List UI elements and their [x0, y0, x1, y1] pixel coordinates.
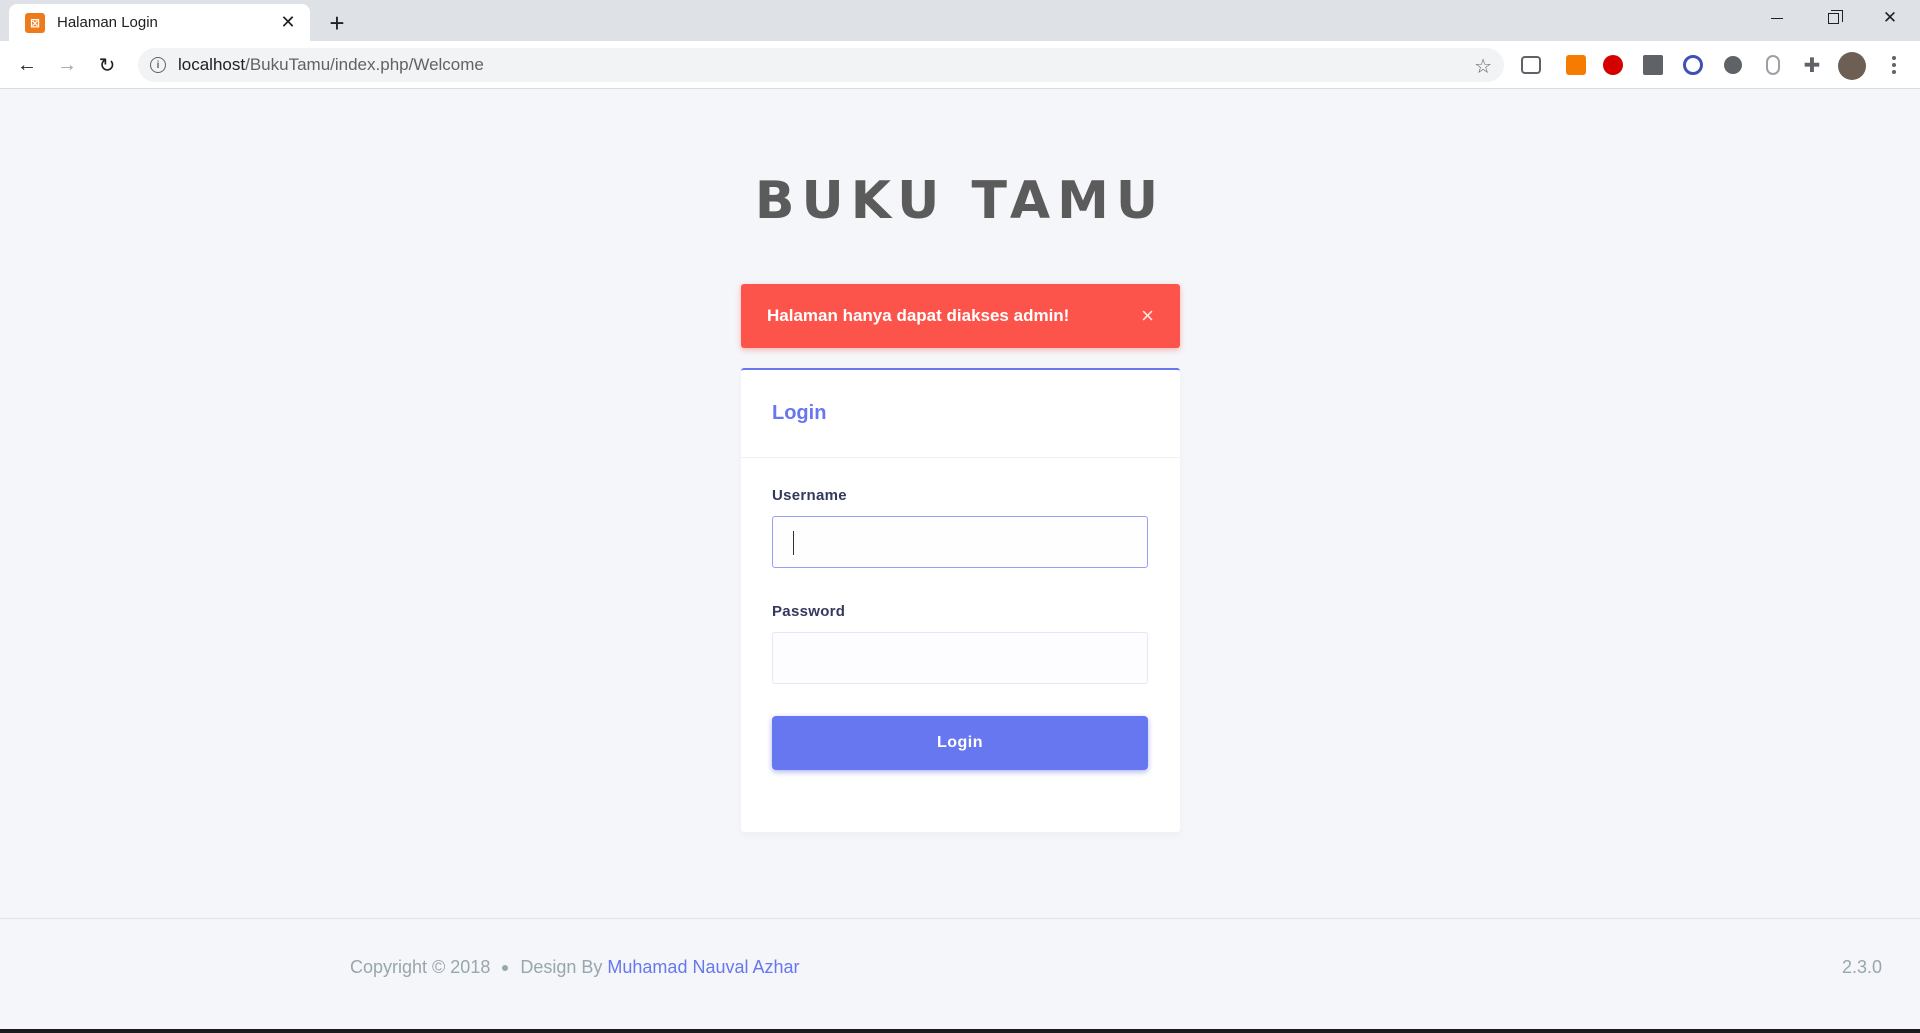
footer: Copyright © 2018 Design By Muhamad Nauval…	[0, 918, 1920, 1029]
password-label: Password	[772, 603, 846, 620]
page-content: BUKU TAMU Halaman hanya dapat diakses ad…	[0, 89, 1920, 1029]
login-card: Login Username Password Login	[741, 368, 1180, 832]
window-restore-button[interactable]	[1805, 0, 1861, 36]
error-alert: Halaman hanya dapat diakses admin! ×	[741, 284, 1180, 348]
back-arrow-icon[interactable]: ←	[11, 49, 43, 81]
reload-icon[interactable]: ↻	[91, 49, 123, 81]
window-minimize-button[interactable]	[1749, 0, 1805, 36]
url-text[interactable]: localhost/BukuTamu/index.php/Welcome	[178, 55, 484, 75]
extension-circle-icon[interactable]	[1721, 53, 1745, 77]
login-form: Username Password Login	[741, 458, 1180, 770]
browser-menu-icon[interactable]	[1882, 53, 1906, 77]
tab-close-icon[interactable]: ✕	[276, 11, 300, 35]
footer-credits: Copyright © 2018 Design By Muhamad Nauval…	[350, 957, 800, 978]
password-input[interactable]	[772, 632, 1148, 684]
tab-title: Halaman Login	[57, 14, 158, 31]
card-title: Login	[772, 402, 827, 424]
extension-off-icon[interactable]	[1564, 53, 1588, 77]
extension-facebook-icon[interactable]	[1641, 53, 1665, 77]
new-tab-button[interactable]: +	[322, 8, 352, 38]
xampp-favicon-icon: ⊠	[25, 12, 45, 33]
taskbar-edge	[0, 1029, 1920, 1033]
version-text: 2.3.0	[1841, 957, 1882, 977]
browser-toolbar: ← → ↻ i localhost/BukuTamu/index.php/Wel…	[0, 41, 1920, 89]
username-label: Username	[772, 487, 847, 504]
extensions-puzzle-icon[interactable]: ✚	[1800, 53, 1824, 77]
bookmark-star-icon[interactable]: ☆	[1474, 54, 1492, 79]
copyright-text: Copyright © 2018	[350, 957, 491, 977]
design-by-text: Design By	[520, 957, 603, 977]
extension-red-icon[interactable]	[1601, 53, 1625, 77]
text-caret	[793, 531, 794, 555]
page-title: BUKU TAMU	[754, 171, 1166, 231]
browser-tabstrip: ⊠ Halaman Login ✕ + ✕	[0, 0, 1920, 41]
author-link[interactable]: Muhamad Nauval Azhar	[607, 957, 799, 977]
username-input[interactable]	[772, 516, 1148, 568]
extension-chat-icon[interactable]	[1519, 53, 1543, 77]
profile-avatar[interactable]	[1838, 52, 1866, 80]
window-close-button[interactable]: ✕	[1862, 0, 1918, 36]
extension-mouse-icon[interactable]	[1761, 53, 1785, 77]
browser-tab[interactable]: ⊠ Halaman Login ✕	[9, 4, 310, 41]
login-button[interactable]: Login	[772, 716, 1148, 770]
extension-block-icon[interactable]	[1681, 53, 1705, 77]
card-header: Login	[741, 370, 1180, 458]
bullet-dot	[502, 965, 509, 972]
alert-message: Halaman hanya dapat diakses admin!	[767, 306, 1070, 325]
address-bar[interactable]: i localhost/BukuTamu/index.php/Welcome ☆	[138, 48, 1504, 82]
site-info-icon[interactable]: i	[150, 57, 166, 73]
forward-arrow-icon[interactable]: →	[51, 49, 83, 81]
alert-close-icon[interactable]: ×	[1141, 303, 1154, 329]
